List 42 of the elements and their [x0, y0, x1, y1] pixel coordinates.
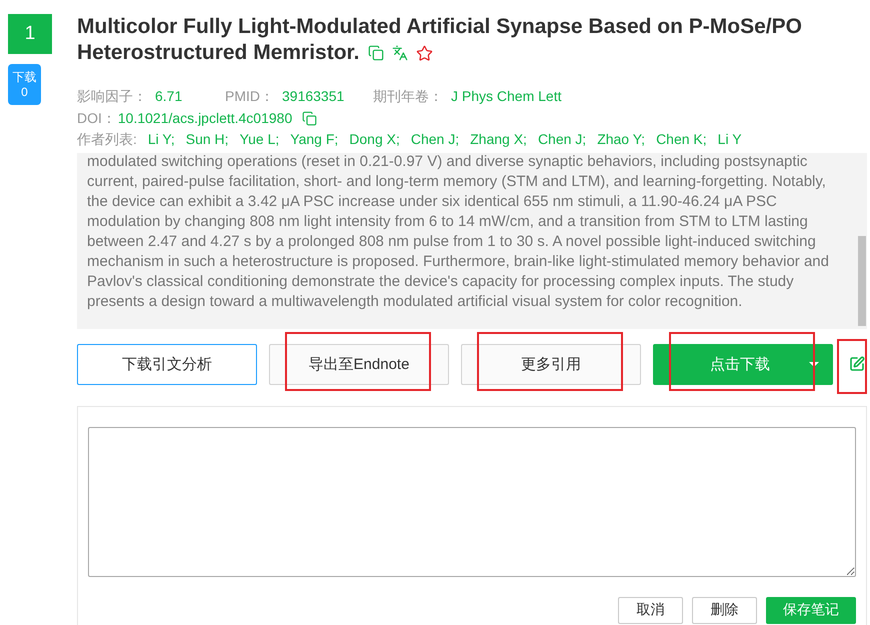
edit-icon [849, 356, 865, 372]
badge-count: 0 [21, 84, 28, 100]
meta-value[interactable]: 6.71 [155, 86, 182, 108]
caret-icon [809, 362, 819, 366]
author-link[interactable]: Zhao Y; [597, 129, 646, 150]
article-title: Heterostructured Memristor. [77, 40, 360, 66]
badge-label: 下载 [12, 70, 36, 84]
doi-label: DOI： [77, 108, 116, 128]
author-link[interactable]: Li Y [718, 129, 742, 150]
author-link[interactable]: Li Y; [148, 129, 175, 150]
note-button[interactable]: 取消 [618, 596, 683, 624]
action-button[interactable]: 更多引用 [461, 344, 641, 384]
scrollbar-thumb[interactable] [858, 236, 866, 326]
meta-label: PMID： [225, 87, 274, 106]
author-link[interactable]: Yang F; [290, 129, 338, 150]
author-link[interactable]: Chen J; [538, 129, 586, 150]
copy-icon[interactable] [368, 45, 384, 61]
authors-label: 作者列表: [77, 130, 137, 149]
author-link[interactable]: Sun H; [186, 129, 229, 150]
action-button[interactable]: 导出至Endnote [269, 344, 449, 384]
dropdown-button[interactable] [795, 344, 833, 384]
note-button[interactable]: 保存笔记 [766, 596, 856, 624]
rank-number: 1 [8, 14, 52, 54]
download-button[interactable]: 点击下载 [653, 344, 795, 384]
meta-label: 期刊年卷： [373, 87, 443, 106]
author-link[interactable]: Yue L; [240, 129, 280, 150]
author-link[interactable]: Chen J; [410, 129, 460, 150]
abstract-text: modulated switching operations (reset in 0.21-0.97 V) and diverse synaptic behaviors, including postsynaptic current, paired-pulse facilitation, short- and long-term memory (STM and LTM), and learning-forgetting. Notably, the device can exhibit a 3.42 μA PSC increase under six identical 655 nm stimuli, a 11.90-46.24 μA PSC modulation by changing 808 nm light intensity from 6 to 14 mW/cm, and a transition from STM to LTM lasting between 2.47 and 4.27 s by a prolonged 808 nm pulse from 1 to 30 s. A novel possible light-induced switching mechanism in such a heterostructure is proposed. Furthermore, brain-like light-stimulated memory behavior and Pavlov's classical conditioning demonstrate the device's capacity for processing complex inputs. The study presents a design toward a multiwavelength modulated artificial visual system for color recognition. [87, 152, 830, 312]
edit-note-button[interactable] [849, 356, 865, 372]
star-icon[interactable] [416, 44, 434, 62]
translate-icon[interactable] [392, 45, 408, 61]
author-link[interactable]: Dong X; [349, 129, 400, 150]
doi-link[interactable]: 10.1021/acs.jpclett.4c01980 [118, 108, 292, 129]
meta-label: 影响因子： [77, 87, 147, 106]
note-button[interactable]: 删除 [692, 596, 757, 624]
meta-value[interactable]: 39163351 [282, 86, 344, 108]
article-title: Multicolor Fully Light-Modulated Artificial Synapse Based on P-MoSe/PO [77, 14, 802, 40]
copy-icon[interactable] [302, 110, 318, 126]
action-button[interactable]: 下载引文分析 [77, 344, 257, 384]
meta-value[interactable]: J Phys Chem Lett [451, 86, 562, 108]
author-link[interactable]: Chen K; [656, 129, 707, 150]
author-link[interactable]: Zhang X; [470, 129, 527, 150]
